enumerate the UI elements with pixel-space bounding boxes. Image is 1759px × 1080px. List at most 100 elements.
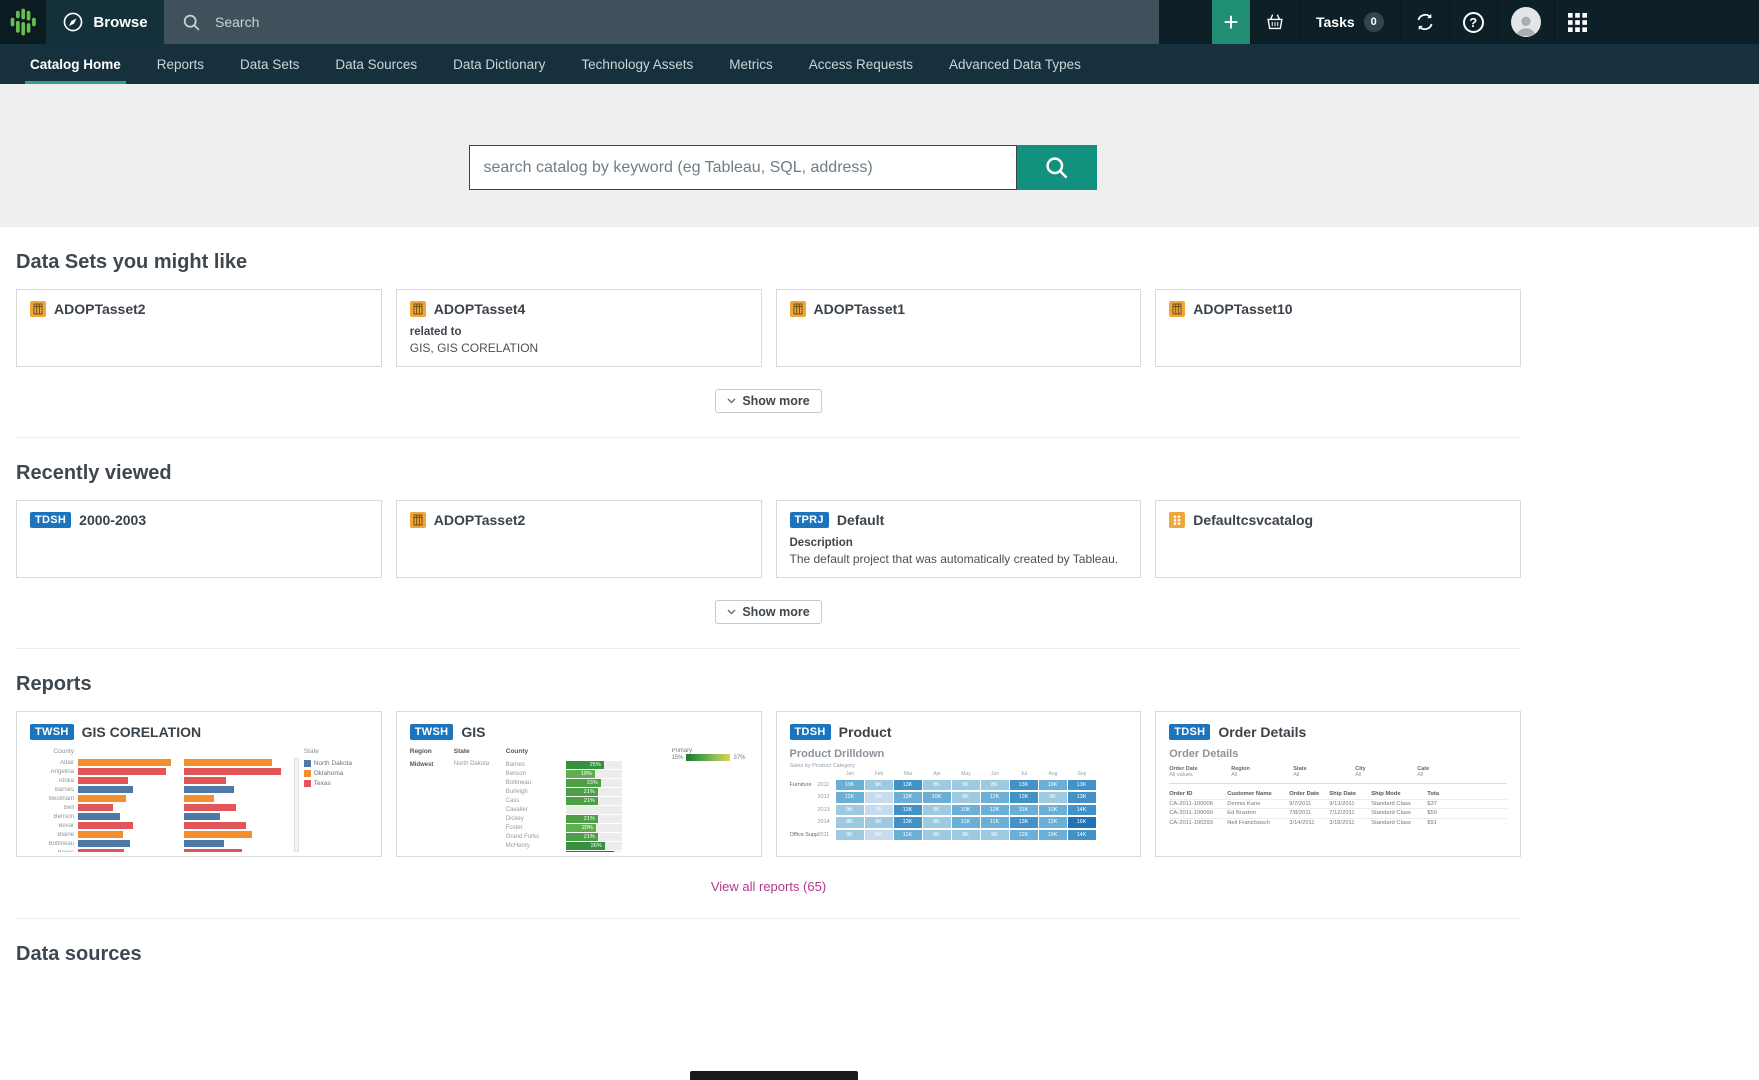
asset-title[interactable]: Default: [837, 512, 884, 528]
bar-row-label: Angelina: [30, 769, 78, 775]
table-row: CA-2011-100006Dennis Kane9/7/20119/13/20…: [1169, 799, 1507, 809]
heatmap-cell: 14K: [1068, 805, 1096, 816]
basket-button[interactable]: [1250, 0, 1299, 44]
col-header-tota: Tota: [1427, 791, 1453, 797]
filter-cate[interactable]: CateAll: [1417, 766, 1479, 778]
asset-card-2000-2003[interactable]: TDSH2000-2003: [16, 500, 382, 578]
recent-cards: TDSH2000-2003 ADOPTasset2 TPRJDefaultDescr…: [16, 500, 1521, 578]
heatmap-cell: 9K: [952, 780, 980, 791]
plus-icon: +: [1223, 7, 1238, 38]
asset-card-header: TPRJDefault: [790, 512, 1128, 528]
asset-card-adoptasset2[interactable]: ADOPTasset2: [16, 289, 382, 367]
pct-value: 19%: [581, 770, 592, 778]
nav-item-reports[interactable]: Reports: [139, 44, 222, 84]
browse-button[interactable]: Browse: [46, 0, 164, 44]
heatmap-cell: 12K: [1039, 817, 1067, 828]
report-title[interactable]: GIS CORELATION: [82, 724, 202, 740]
report-card-gis[interactable]: TWSHGISPrimary15%37%RegionStateCountyMid…: [396, 711, 762, 857]
asset-card-defaultcsvcatalog[interactable]: Defaultcsvcatalog: [1155, 500, 1521, 578]
help-button[interactable]: ?: [1449, 0, 1497, 44]
main-content: Data Sets you might like ADOPTasset2ADOP…: [0, 227, 1521, 966]
asset-title[interactable]: ADOPTasset1: [814, 301, 906, 317]
month-label: Jun: [981, 771, 1010, 779]
filter-city[interactable]: CityAll: [1355, 766, 1417, 778]
bar-panel: [184, 795, 290, 802]
nav-item-technology-assets[interactable]: Technology Assets: [563, 44, 711, 84]
col-header-order-id: Order ID: [1169, 791, 1227, 797]
filter-region[interactable]: RegionAll: [1231, 766, 1293, 778]
asset-title[interactable]: Defaultcsvcatalog: [1193, 512, 1313, 528]
heatmap-cell: 12K: [836, 792, 864, 803]
object-type-badge: TWSH: [410, 724, 454, 740]
topbar-search[interactable]: Search: [164, 0, 1159, 44]
nav-item-advanced-data-types[interactable]: Advanced Data Types: [931, 44, 1099, 84]
section-datasources: Data sources: [16, 918, 1521, 966]
pct-value: 26%: [591, 842, 602, 850]
asset-card-adoptasset1[interactable]: ADOPTasset1: [776, 289, 1142, 367]
asset-title[interactable]: 2000-2003: [79, 512, 146, 528]
topbar-gap: [1159, 0, 1212, 44]
report-title[interactable]: Product: [839, 724, 892, 740]
bar-row-label: Atoka: [30, 778, 78, 784]
asset-card-default[interactable]: TPRJDefaultDescriptionThe default projec…: [776, 500, 1142, 578]
report-card-gis-corelation[interactable]: TWSHGIS CORELATIONCountyAdairAngelinaAto…: [16, 711, 382, 857]
bar-panel: [184, 777, 290, 784]
show-more-datasets-button[interactable]: Show more: [715, 389, 821, 413]
avatar: [1511, 7, 1541, 37]
nav-item-data-dictionary[interactable]: Data Dictionary: [435, 44, 563, 84]
table-cell: 3/14/2011: [1289, 820, 1329, 826]
view-all-reports-link[interactable]: View all reports (65): [711, 879, 826, 894]
pct-value: 21%: [584, 797, 595, 805]
show-more-recent-button[interactable]: Show more: [715, 600, 821, 624]
heatmap-cell: 9K: [981, 830, 1009, 841]
section-title-datasources: Data sources: [16, 943, 1521, 966]
heatmap-cell: 13K: [1010, 792, 1038, 803]
bar-panel: [78, 849, 184, 852]
nav-item-metrics[interactable]: Metrics: [711, 44, 791, 84]
asset-card-adoptasset4[interactable]: ADOPTasset4related toGIS, GIS CORELATION: [396, 289, 762, 367]
catalog-search-input[interactable]: [469, 145, 1017, 190]
nav-item-catalog-home[interactable]: Catalog Home: [12, 44, 139, 84]
nav-item-data-sources[interactable]: Data Sources: [317, 44, 435, 84]
heatmap-cell: 8K: [923, 805, 951, 816]
asset-title[interactable]: ADOPTasset4: [434, 301, 526, 317]
section-reports: Reports TWSHGIS CORELATIONCountyAdairAng…: [16, 648, 1521, 894]
bar: [78, 849, 124, 852]
catalog-search-button[interactable]: [1017, 145, 1097, 190]
nav-item-access-requests[interactable]: Access Requests: [791, 44, 931, 84]
bar-row-beckham: Beckham: [30, 794, 368, 803]
asset-title[interactable]: ADOPTasset2: [54, 301, 146, 317]
bar: [184, 813, 220, 820]
app-grid-button[interactable]: [1554, 0, 1600, 44]
asset-card-adoptasset10[interactable]: ADOPTasset10: [1155, 289, 1521, 367]
report-title[interactable]: GIS: [461, 724, 485, 740]
report-title[interactable]: Order Details: [1218, 724, 1306, 740]
filter-label: Region: [1231, 766, 1293, 772]
heatmap-cell: 12K: [981, 805, 1009, 816]
bar-row-label: Bexar: [30, 823, 78, 829]
report-card-order-details[interactable]: TDSHOrder DetailsOrder DetailsOrder Date…: [1155, 711, 1521, 857]
bar-panel: [184, 840, 290, 847]
user-avatar-button[interactable]: [1497, 0, 1554, 44]
report-card-product[interactable]: TDSHProductProduct DrilldownSales by Pro…: [776, 711, 1142, 857]
viz-subtitle: Sales by Product Category: [790, 763, 1128, 769]
month-label: Apr: [923, 771, 952, 779]
asset-card-adoptasset2[interactable]: ADOPTasset2: [396, 500, 762, 578]
filter-order-date[interactable]: Order DateAll values: [1169, 766, 1231, 778]
bar: [184, 786, 234, 793]
datasets-show-more-row: Show more: [16, 389, 1521, 413]
nav-item-data-sets[interactable]: Data Sets: [222, 44, 317, 84]
bar-panel: [184, 849, 290, 852]
alation-logo[interactable]: [0, 0, 46, 44]
sync-button[interactable]: [1400, 0, 1449, 44]
asset-title[interactable]: ADOPTasset10: [1193, 301, 1292, 317]
heatmap-cell: 14K: [1068, 830, 1096, 841]
state-value: North Dakota: [454, 760, 490, 768]
year-label: 2011: [818, 782, 836, 788]
tasks-button[interactable]: Tasks 0: [1299, 0, 1400, 44]
asset-title[interactable]: ADOPTasset2: [434, 512, 526, 528]
heatmap-cell: 10K: [1039, 780, 1067, 791]
table-icon: [410, 512, 426, 528]
filter-state[interactable]: StateAll: [1293, 766, 1355, 778]
compose-button[interactable]: +: [1212, 0, 1250, 44]
